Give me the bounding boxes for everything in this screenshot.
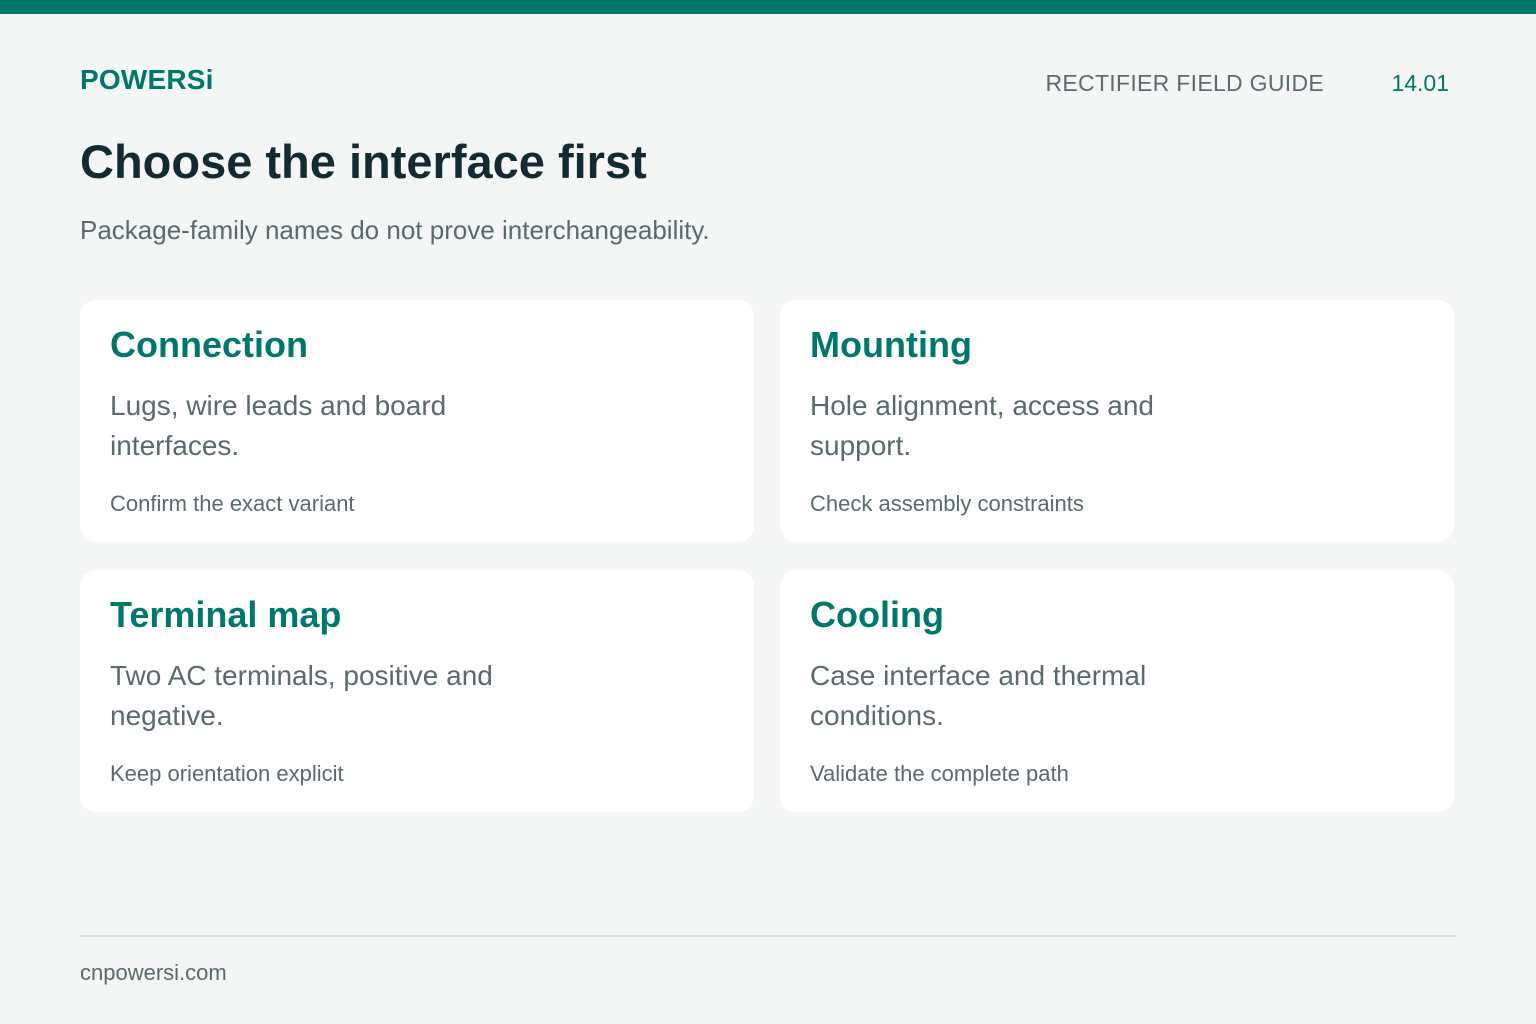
page-subtitle: Package-family names do not prove interc… — [80, 215, 710, 245]
footer-divider — [80, 935, 1456, 937]
card-mounting: Mounting Hole alignment, access and supp… — [780, 300, 1454, 542]
card-body: Two AC terminals, positive and negative. — [110, 660, 493, 731]
brand-logo: POWERSi — [80, 64, 214, 95]
card-cooling: Cooling Case interface and thermal condi… — [780, 570, 1454, 812]
card-terminal-map: Terminal map Two AC terminals, positive … — [80, 570, 754, 812]
footer-website: cnpowersi.com — [80, 960, 227, 985]
card-body: Hole alignment, access and support. — [810, 390, 1154, 461]
card-title: Terminal map — [110, 594, 342, 635]
card-body: Lugs, wire leads and board interfaces. — [110, 390, 447, 461]
card-note: Confirm the exact variant — [110, 491, 355, 516]
top-accent-bar — [0, 0, 1536, 14]
card-note: Check assembly constraints — [810, 491, 1084, 516]
card-note: Keep orientation explicit — [110, 761, 344, 786]
guide-number: 14.01 — [1391, 70, 1449, 96]
card-connection: Connection Lugs, wire leads and board in… — [80, 300, 754, 542]
card-title: Connection — [110, 324, 308, 365]
card-body: Case interface and thermal conditions. — [810, 660, 1147, 731]
page-title: Choose the interface first — [80, 135, 647, 188]
guide-title: RECTIFIER FIELD GUIDE — [1045, 70, 1324, 96]
card-title: Cooling — [810, 594, 944, 635]
card-note: Validate the complete path — [810, 761, 1069, 786]
card-title: Mounting — [810, 324, 972, 365]
